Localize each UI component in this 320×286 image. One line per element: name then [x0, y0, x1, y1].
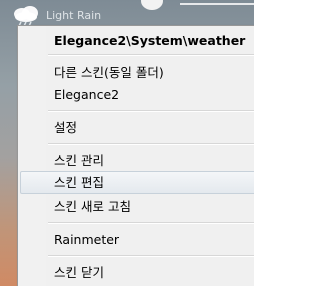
- menu-separator: [48, 255, 254, 257]
- menu-item-close-skin[interactable]: 스킨 닫기: [20, 261, 254, 284]
- menu-item-settings[interactable]: 설정: [20, 116, 254, 139]
- weather-skin[interactable]: Light Rain: [0, 0, 254, 28]
- sun-shape: [141, 0, 163, 10]
- menu-title-skin-path[interactable]: Elegance2\System\weather: [20, 29, 254, 52]
- desktop-background: Light Rain Elegance2\System\weather 다른 스…: [0, 0, 254, 286]
- context-menu: Elegance2\System\weather 다른 스킨(동일 폴더) El…: [17, 25, 254, 286]
- cloud-rain-icon: [14, 6, 38, 27]
- skin-divider-line: [180, 3, 254, 5]
- menu-separator: [48, 110, 254, 112]
- weather-condition-text: Light Rain: [46, 9, 102, 22]
- menu-item-refresh-skin[interactable]: 스킨 새로 고침: [20, 195, 254, 218]
- menu-item-rainmeter[interactable]: Rainmeter: [20, 228, 254, 251]
- menu-item-elegance2[interactable]: Elegance2: [20, 83, 254, 106]
- menu-item-other-skins[interactable]: 다른 스킨(동일 폴더): [20, 61, 254, 84]
- menu-separator: [48, 143, 254, 145]
- menu-separator: [48, 54, 254, 56]
- menu-separator: [48, 222, 254, 224]
- menu-item-edit-skin[interactable]: 스킨 편집: [20, 171, 254, 194]
- menu-item-manage-skin[interactable]: 스킨 관리: [20, 149, 254, 172]
